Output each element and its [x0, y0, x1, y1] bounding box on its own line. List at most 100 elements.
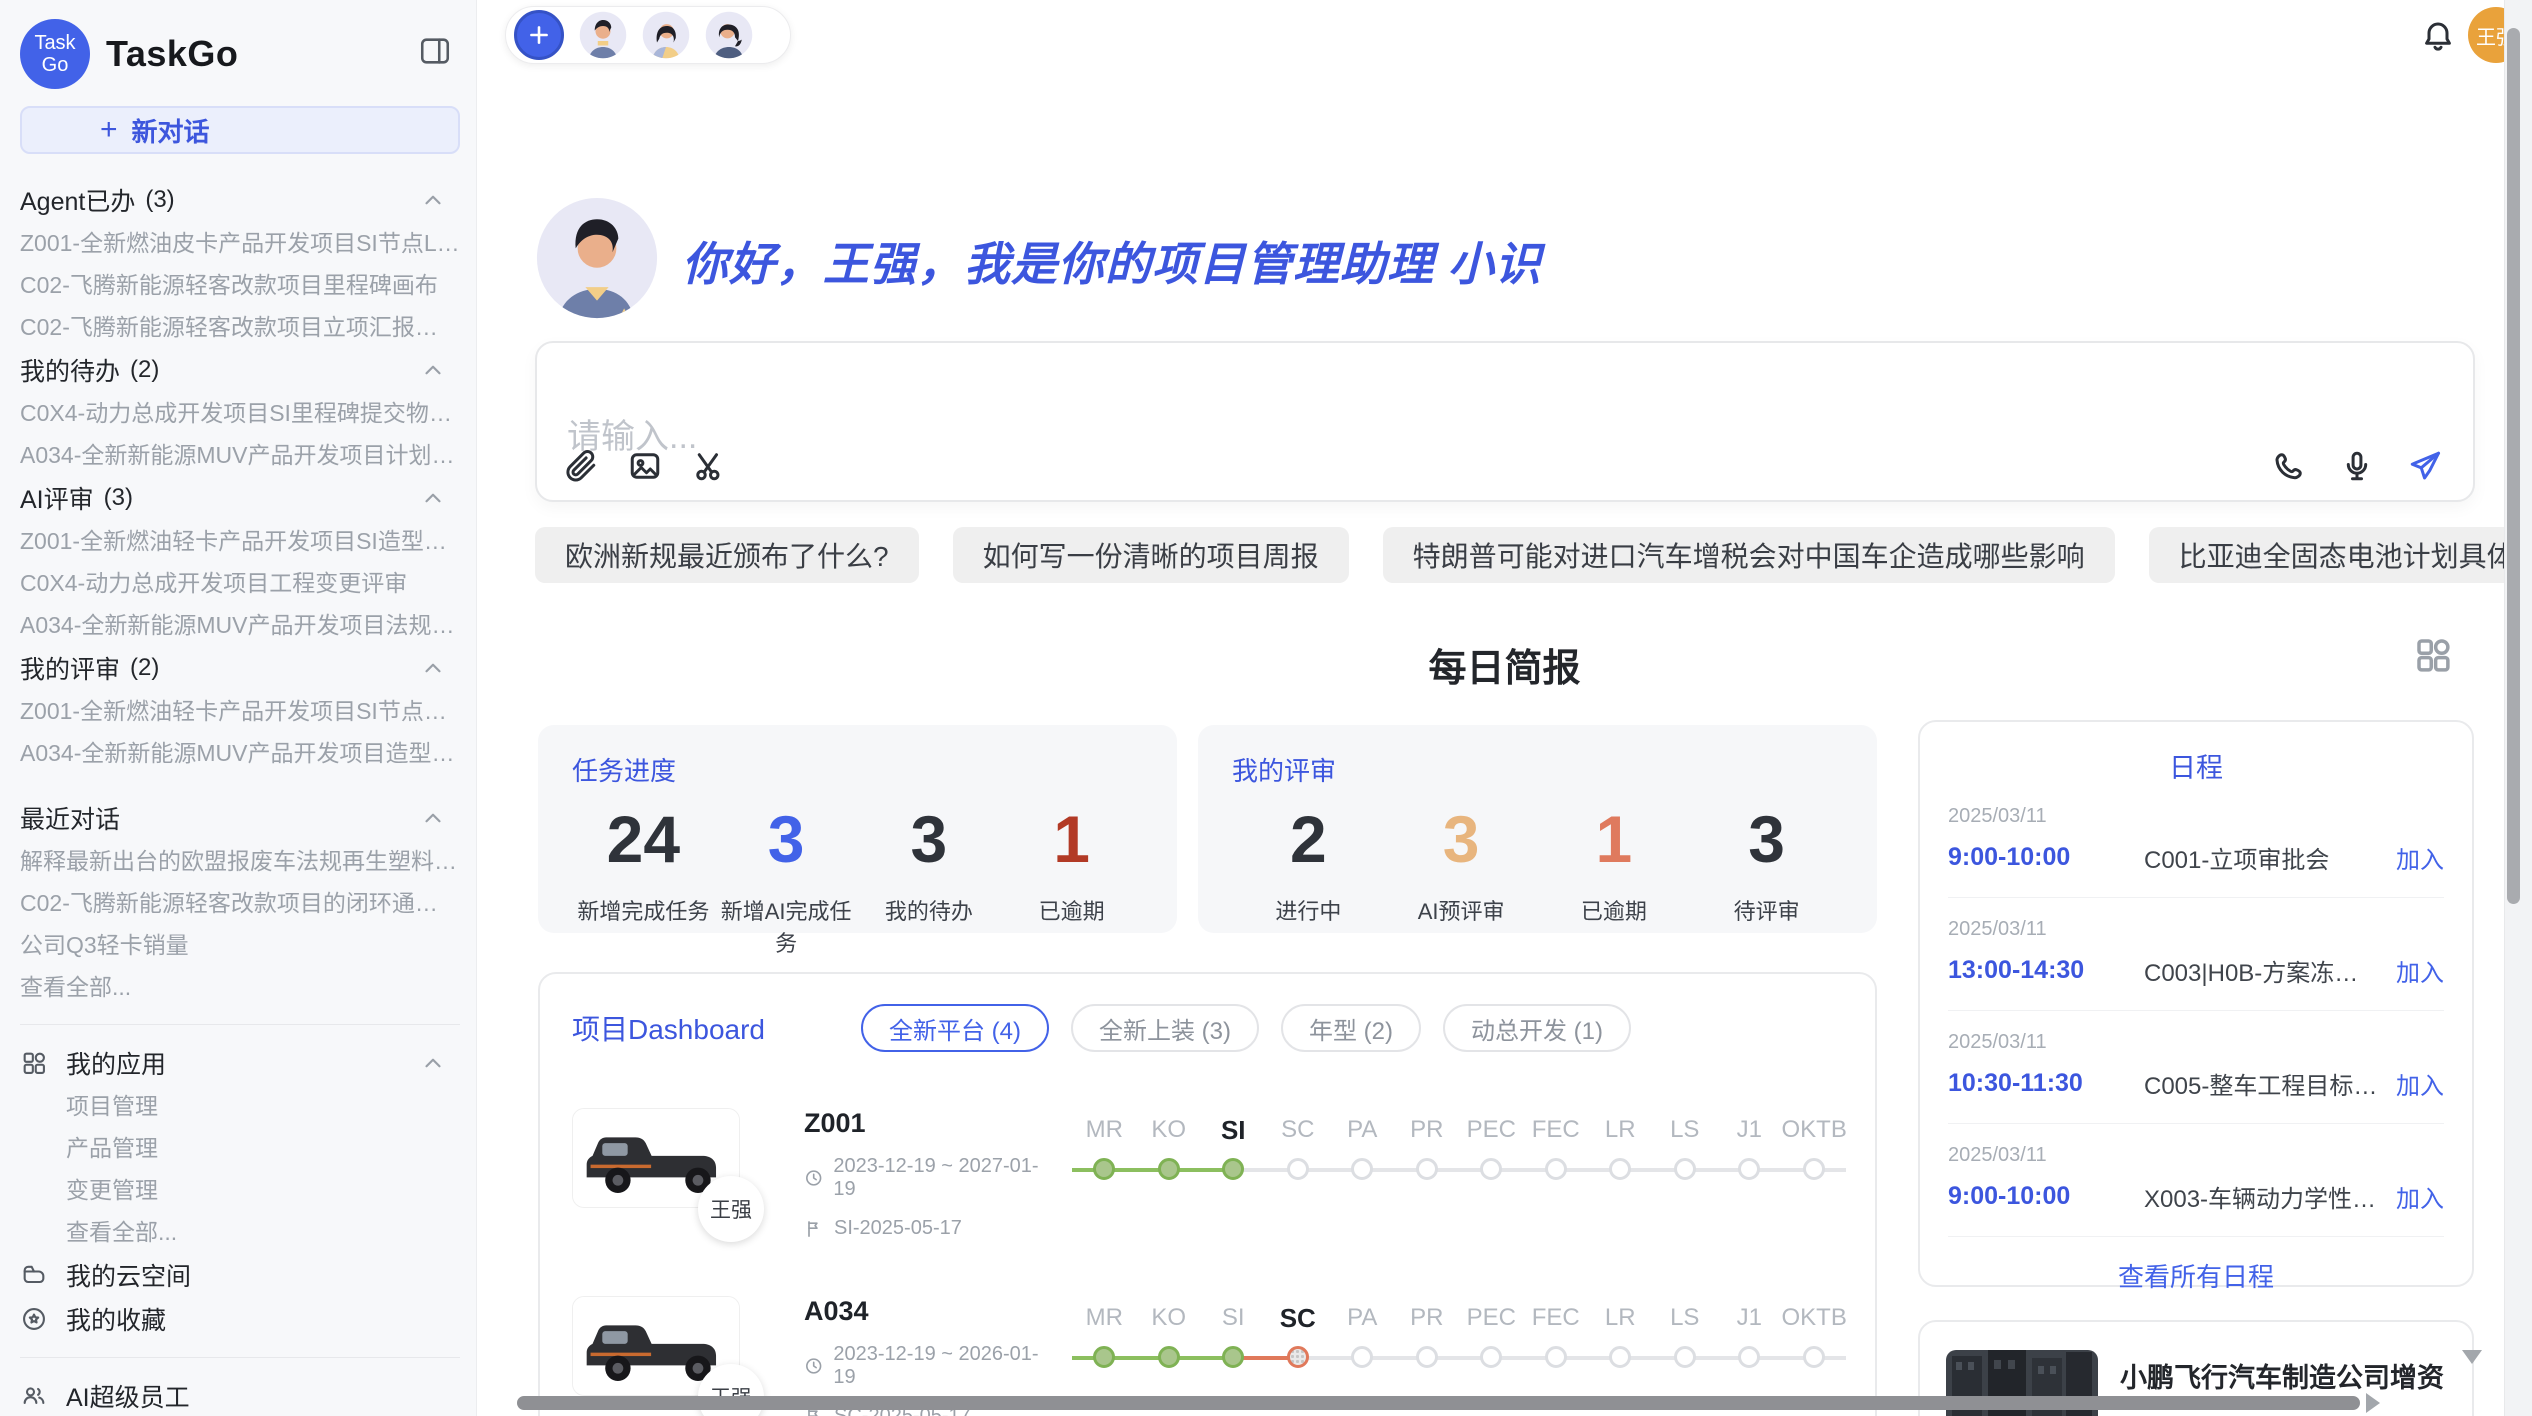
- section-label: 最近对话: [20, 800, 120, 836]
- sidebar-item-ai-employee[interactable]: AI超级员工: [20, 1374, 460, 1416]
- send-icon[interactable]: [2407, 448, 2443, 484]
- recent-view-all-link[interactable]: 查看全部...: [20, 966, 460, 1008]
- suggestion-chip[interactable]: 欧洲新规最近颁布了什么?: [535, 527, 919, 583]
- milestone: PEC: [1459, 1110, 1524, 1190]
- recent-chat-item[interactable]: 解释最新出台的欧盟报废车法规再生塑料比例被调至15%...: [20, 840, 460, 882]
- chevron-up-icon[interactable]: [420, 485, 446, 511]
- join-link[interactable]: 加入: [2396, 1179, 2444, 1214]
- section-label: 我的评审: [20, 650, 120, 686]
- milestone-node: [1609, 1346, 1631, 1368]
- scroll-right-arrow-icon[interactable]: [2366, 1393, 2380, 1413]
- app-item-change-mgmt[interactable]: 变更管理: [20, 1169, 460, 1211]
- sidebar-item-cloud-space[interactable]: 我的云空间: [20, 1253, 460, 1297]
- list-item[interactable]: A034-全新新能源MUV产品开发项目造型可行性评审: [20, 732, 460, 774]
- list-item[interactable]: C02-飞腾新能源轻客改款项目立项汇报方案: [20, 306, 460, 348]
- milestone: PA: [1330, 1298, 1395, 1378]
- section-count: (2): [130, 654, 159, 682]
- milestone-node: [1093, 1158, 1115, 1180]
- vertical-scrollbar-thumb[interactable]: [2507, 28, 2520, 904]
- dashboard-title: 项目Dashboard: [572, 1008, 765, 1048]
- stat-new-ai-done: 3 新增AI完成任务: [715, 802, 858, 958]
- tab-year-model[interactable]: 年型 (2): [1281, 1004, 1421, 1052]
- milestone-node: [1287, 1346, 1309, 1368]
- section-my-review[interactable]: 我的评审 (2): [20, 646, 460, 690]
- suggestion-chip[interactable]: 特朗普可能对进口汽车增税会对中国车企造成哪些影响: [1383, 527, 2115, 583]
- join-link[interactable]: 加入: [2396, 953, 2444, 988]
- milestone-node: [1480, 1346, 1502, 1368]
- greeting-text: 你好，王强，我是你的项目管理助理 小识: [682, 228, 1542, 294]
- suggestion-chip[interactable]: 如何写一份清晰的项目周报: [953, 527, 1349, 583]
- list-item[interactable]: Z001-全新燃油轻卡产品开发项目SI节点属性5D文件评审: [20, 690, 460, 732]
- layout-grid-icon[interactable]: [2412, 634, 2454, 676]
- project-dashboard-card: 项目Dashboard 全新平台 (4) 全新上装 (3) 年型 (2) 动总开…: [538, 972, 1877, 1416]
- section-my-todo[interactable]: 我的待办 (2): [20, 348, 460, 392]
- app-item-project-mgmt[interactable]: 项目管理: [20, 1085, 460, 1127]
- milestone-node-track: [1330, 1150, 1395, 1190]
- tab-powertrain[interactable]: 动总开发 (1): [1443, 1004, 1631, 1052]
- scroll-down-arrow-icon[interactable]: [2462, 1350, 2482, 1364]
- agent-avatar[interactable]: [642, 11, 690, 59]
- flag-icon: [804, 1219, 824, 1239]
- project-image: 王强: [572, 1296, 740, 1396]
- list-item[interactable]: C0X4-动力总成开发项目SI里程碑提交物检查: [20, 392, 460, 434]
- app-item-product-mgmt[interactable]: 产品管理: [20, 1127, 460, 1169]
- milestone-node: [1351, 1158, 1373, 1180]
- milestone-label: FEC: [1524, 1110, 1589, 1150]
- attachment-paperclip-icon[interactable]: [563, 448, 599, 484]
- list-item[interactable]: A034-全新新能源MUV产品开发项目法规符合性评审: [20, 604, 460, 646]
- view-all-schedule-link[interactable]: 查看所有日程: [1948, 1257, 2444, 1294]
- horizontal-scrollbar-thumb[interactable]: [517, 1396, 2360, 1410]
- join-link[interactable]: 加入: [2396, 840, 2444, 875]
- agent-avatar[interactable]: [579, 11, 627, 59]
- schedule-name: X003-车辆动力学性能验...: [2144, 1179, 2378, 1214]
- date-range: 2023-12-19 ~ 2027-01-19: [833, 1155, 1054, 1201]
- list-item[interactable]: Z001-全新燃油轻卡产品开发项目SI造型提交物评审: [20, 520, 460, 562]
- tab-new-platform[interactable]: 全新平台 (4): [861, 1004, 1049, 1052]
- stat-new-done: 24 新增完成任务: [572, 802, 715, 958]
- milestone-label: PEC: [1459, 1110, 1524, 1150]
- chevron-up-icon[interactable]: [420, 805, 446, 831]
- recent-chat-item[interactable]: 公司Q3轻卡销量: [20, 924, 460, 966]
- milestone: LS: [1653, 1110, 1718, 1190]
- app-title: TaskGo: [106, 33, 238, 75]
- schedule-card: 日程 2025/03/11 9:00-10:00 C001-立项审批会 加入 2…: [1918, 720, 2474, 1287]
- tab-new-body[interactable]: 全新上装 (3): [1071, 1004, 1259, 1052]
- microphone-icon[interactable]: [2339, 448, 2375, 484]
- image-icon[interactable]: [627, 448, 663, 484]
- chevron-up-icon[interactable]: [420, 1050, 446, 1076]
- project-row[interactable]: 王强 Z001 2023-12-19 ~ 2027-01-19 SI-2025-…: [572, 1108, 1843, 1240]
- milestone: SI: [1201, 1298, 1266, 1378]
- sidebar-item-my-apps[interactable]: 我的应用: [20, 1041, 460, 1085]
- sidebar-collapse-icon[interactable]: [418, 34, 452, 68]
- list-item[interactable]: C02-飞腾新能源轻客改款项目里程碑画布: [20, 264, 460, 306]
- app-view-all-link[interactable]: 查看全部...: [20, 1211, 460, 1253]
- divider: [20, 1357, 460, 1358]
- sidebar-item-favorites[interactable]: 我的收藏: [20, 1297, 460, 1341]
- phone-call-icon[interactable]: [2271, 448, 2307, 484]
- recent-chat-item[interactable]: C02-飞腾新能源轻客改款项目的闭环通告反馈情况: [20, 882, 460, 924]
- section-ai-review[interactable]: AI评审 (3): [20, 476, 460, 520]
- chat-composer[interactable]: 请输入...: [535, 341, 2475, 502]
- add-agent-button[interactable]: [514, 10, 564, 60]
- list-item[interactable]: Z001-全新燃油皮卡产品开发项目SI节点Lesson Learn报告: [20, 222, 460, 264]
- suggestion-chip[interactable]: 比亚迪全固态电池计划具体说了什么: [2149, 527, 2532, 583]
- chevron-up-icon[interactable]: [420, 655, 446, 681]
- join-link[interactable]: 加入: [2396, 1066, 2444, 1101]
- milestone-node-track: [1782, 1338, 1847, 1378]
- milestone-node-track: [1266, 1338, 1331, 1378]
- list-item[interactable]: C0X4-动力总成开发项目工程变更评审: [20, 562, 460, 604]
- milestone: KO: [1137, 1110, 1202, 1190]
- section-agent-done[interactable]: Agent已办 (3): [20, 178, 460, 222]
- chevron-up-icon[interactable]: [420, 187, 446, 213]
- list-item[interactable]: A034-全新新能源MUV产品开发项目计划变更表编写: [20, 434, 460, 476]
- flag-date: SI-2025-05-17: [834, 1217, 962, 1240]
- chevron-up-icon[interactable]: [420, 357, 446, 383]
- section-recent-chats[interactable]: 最近对话: [20, 796, 460, 840]
- milestone-label: OKTB: [1782, 1110, 1847, 1150]
- milestone-node-track: [1072, 1150, 1137, 1190]
- agent-avatar[interactable]: [705, 11, 753, 59]
- notifications-bell-icon[interactable]: [2420, 18, 2456, 54]
- stat-pending-review: 3 待评审: [1690, 802, 1843, 926]
- new-chat-button[interactable]: + 新对话: [20, 106, 460, 154]
- scissors-icon[interactable]: [691, 448, 727, 484]
